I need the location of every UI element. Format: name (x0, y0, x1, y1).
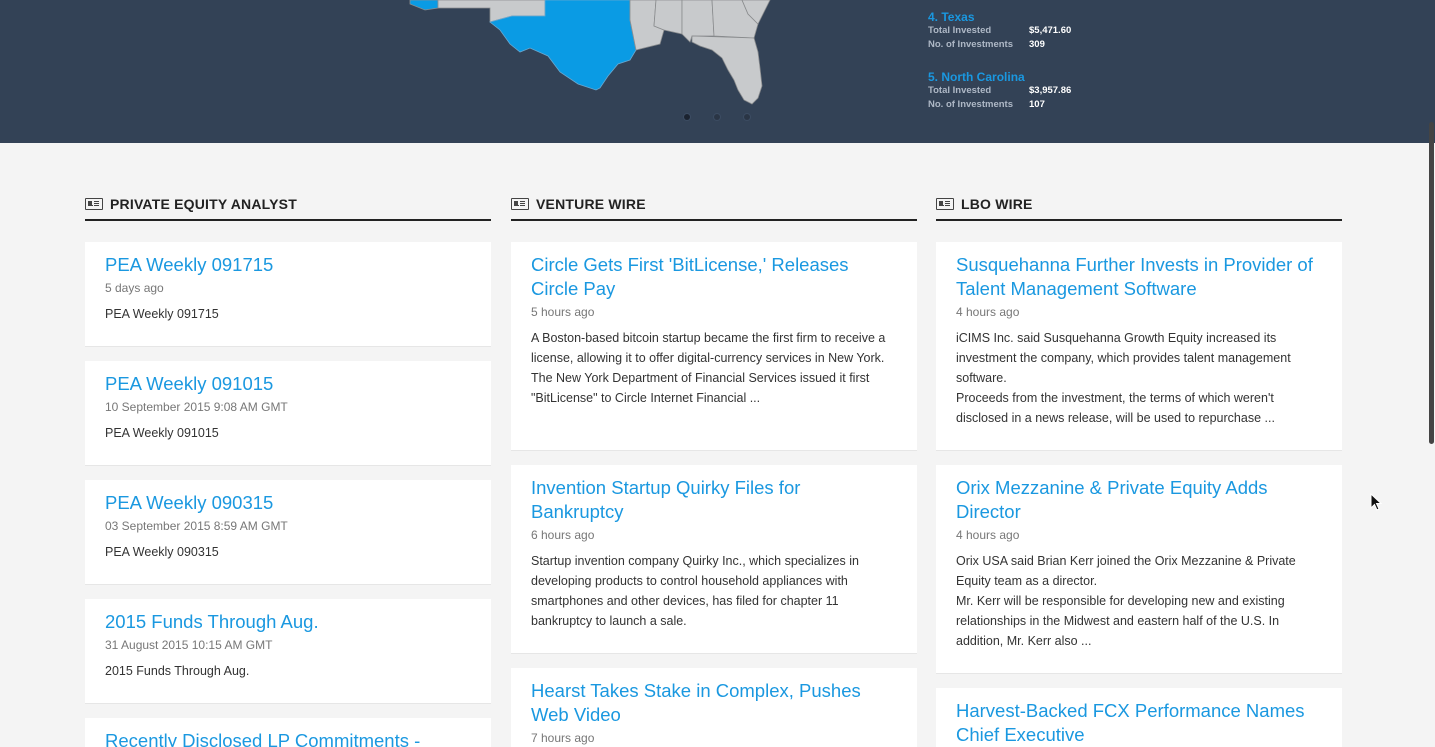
carousel-dot-2[interactable] (714, 114, 720, 120)
article-headline-link[interactable]: PEA Weekly 091715 (105, 253, 471, 277)
carousel-dot-3[interactable] (744, 114, 750, 120)
article-headline-link[interactable]: Harvest-Backed FCX Performance Names Chi… (956, 699, 1322, 747)
map-state-florida[interactable] (691, 35, 763, 105)
article-timestamp: 4 hours ago (956, 528, 1020, 542)
state-ranking-name[interactable]: 5. North Carolina (928, 70, 1071, 84)
column-private-equity-analyst: PRIVATE EQUITY ANALYST PEA Weekly 091715… (85, 190, 491, 747)
article-timestamp: 5 days ago (105, 281, 164, 295)
article-headline-link[interactable]: 2015 Funds Through Aug. (105, 610, 471, 634)
state-ranking-name[interactable]: 4. Texas (928, 10, 1071, 24)
article-headline-link[interactable]: PEA Weekly 090315 (105, 491, 471, 515)
article-headline-link[interactable]: Susquehanna Further Invests in Provider … (956, 253, 1322, 301)
column-lbo-wire: LBO WIRE Susquehanna Further Invests in … (936, 190, 1342, 747)
article-card: Circle Gets First 'BitLicense,' Releases… (511, 242, 917, 451)
total-invested-label: Total Invested (928, 85, 992, 96)
map-state-new-mexico[interactable] (409, 0, 439, 11)
carousel-dots (684, 114, 750, 120)
column-venture-wire: VENTURE WIRE Circle Gets First 'BitLicen… (511, 190, 917, 747)
column-title: PRIVATE EQUITY ANALYST (110, 195, 297, 212)
article-card: PEA Weekly 091715 5 days ago PEA Weekly … (85, 242, 491, 347)
column-title: LBO WIRE (961, 195, 1033, 212)
article-timestamp: 31 August 2015 10:15 AM GMT (105, 638, 273, 652)
article-timestamp: 03 September 2015 8:59 AM GMT (105, 519, 288, 533)
page-scrollbar-thumb[interactable] (1429, 122, 1434, 444)
newspaper-icon (85, 197, 103, 210)
article-headline-link[interactable]: Orix Mezzanine & Private Equity Adds Dir… (956, 476, 1322, 524)
carousel-dot-1[interactable] (684, 114, 690, 120)
article-timestamp: 4 hours ago (956, 305, 1020, 319)
article-card: Invention Startup Quirky Files for Bankr… (511, 465, 917, 654)
state-ranking-4: 4. Texas Total Invested $5,471.60 No. of … (928, 10, 1071, 52)
article-headline-link[interactable]: Recently Disclosed LP Commitments - (105, 729, 471, 747)
article-headline-link[interactable]: Invention Startup Quirky Files for Bankr… (531, 476, 897, 524)
column-header: VENTURE WIRE (511, 190, 917, 221)
article-headline-link[interactable]: Circle Gets First 'BitLicense,' Releases… (531, 253, 897, 301)
article-card: 2015 Funds Through Aug. 31 August 2015 1… (85, 599, 491, 704)
article-summary: PEA Weekly 091715 (105, 307, 219, 321)
article-summary: PEA Weekly 090315 (105, 545, 219, 559)
state-ranking-5: 5. North Carolina Total Invested $3,957.8… (928, 70, 1071, 112)
article-timestamp: 7 hours ago (531, 731, 595, 745)
us-map (409, 0, 771, 105)
article-card: Susquehanna Further Invests in Provider … (936, 242, 1342, 451)
map-state-alabama[interactable] (681, 0, 715, 43)
article-headline-link[interactable]: PEA Weekly 091015 (105, 372, 471, 396)
article-headline-link[interactable]: Hearst Takes Stake in Complex, Pushes We… (531, 679, 897, 727)
column-title: VENTURE WIRE (536, 195, 646, 212)
newspaper-icon (936, 197, 954, 210)
article-summary: Startup invention company Quirky Inc., w… (531, 554, 859, 628)
article-summary: iCIMS Inc. said Susquehanna Growth Equit… (956, 331, 1291, 425)
num-investments-value: 309 (1029, 39, 1045, 50)
article-timestamp: 6 hours ago (531, 528, 595, 542)
total-invested-label: Total Invested (928, 25, 992, 36)
article-card: PEA Weekly 090315 03 September 2015 8:59… (85, 480, 491, 585)
article-timestamp: 5 hours ago (531, 305, 595, 319)
newspaper-icon (511, 197, 529, 210)
top-map-banner: 4. Texas Total Invested $5,471.60 No. of … (0, 0, 1435, 143)
mouse-cursor-icon (1370, 493, 1382, 511)
num-investments-label: No. of Investments (928, 99, 1013, 110)
column-header: LBO WIRE (936, 190, 1342, 221)
article-summary: 2015 Funds Through Aug. (105, 664, 250, 678)
article-card: PEA Weekly 091015 10 September 2015 9:08… (85, 361, 491, 466)
article-card: Recently Disclosed LP Commitments - (85, 718, 491, 747)
total-invested-value: $3,957.86 (1029, 85, 1072, 96)
num-investments-value: 107 (1029, 99, 1045, 110)
article-summary: A Boston-based bitcoin startup became th… (531, 331, 886, 405)
column-header: PRIVATE EQUITY ANALYST (85, 190, 491, 221)
article-card: Hearst Takes Stake in Complex, Pushes We… (511, 668, 917, 747)
total-invested-value: $5,471.60 (1029, 25, 1072, 36)
article-summary: Orix USA said Brian Kerr joined the Orix… (956, 554, 1296, 648)
article-card: Harvest-Backed FCX Performance Names Chi… (936, 688, 1342, 747)
article-summary: PEA Weekly 091015 (105, 426, 219, 440)
article-timestamp: 10 September 2015 9:08 AM GMT (105, 400, 288, 414)
num-investments-label: No. of Investments (928, 39, 1013, 50)
article-card: Orix Mezzanine & Private Equity Adds Dir… (936, 465, 1342, 674)
